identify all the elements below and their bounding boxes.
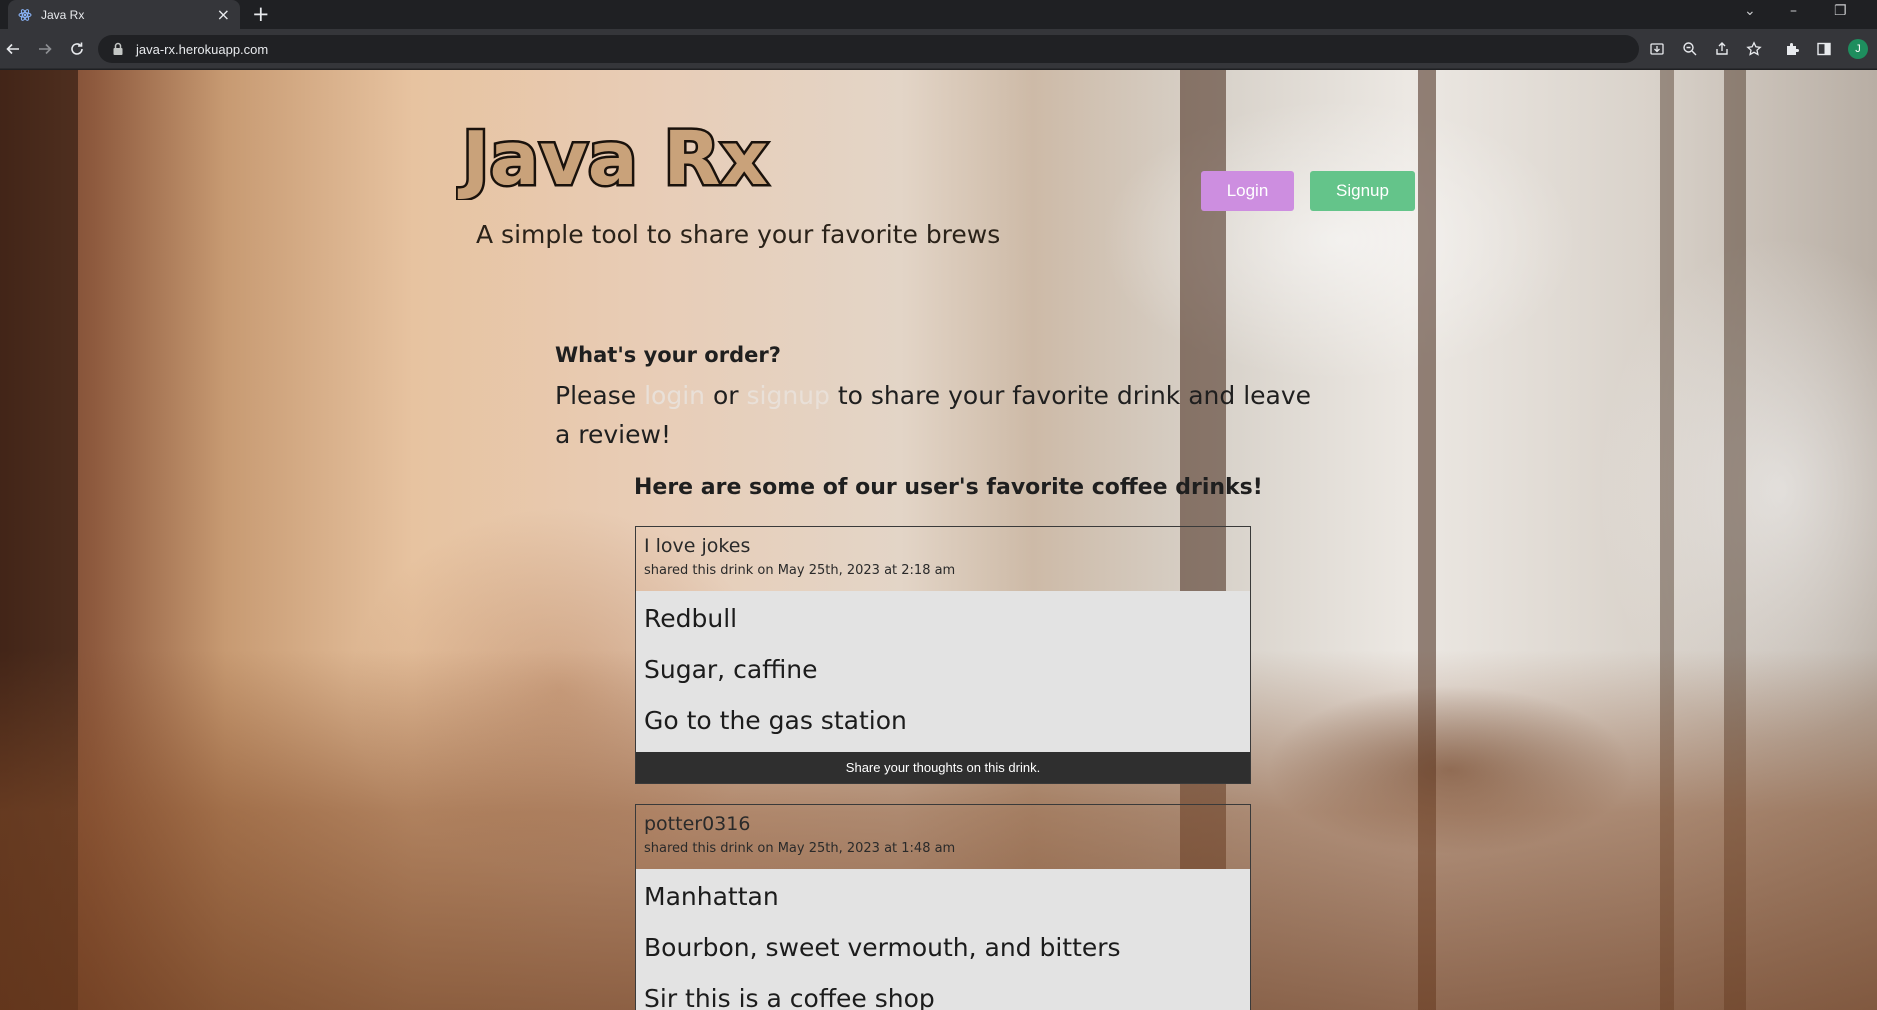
zoom-icon[interactable] (1682, 41, 1698, 57)
restore-icon[interactable]: ❐ (1834, 3, 1847, 19)
background-pillar (1660, 70, 1674, 1010)
drink-ingredients: Sugar, caffine (644, 655, 818, 684)
drink-username: potter0316 (644, 813, 751, 835)
drink-name: Manhattan (644, 882, 779, 911)
page-viewport: Java Rx A simple tool to share your favo… (0, 70, 1877, 1010)
background-wall-shadow (0, 70, 78, 1010)
react-favicon-icon (18, 8, 32, 22)
forward-arrow-icon[interactable] (34, 38, 56, 60)
signup-button[interactable]: Signup (1310, 171, 1415, 211)
lock-icon[interactable] (112, 42, 126, 56)
drink-name: Redbull (644, 604, 738, 633)
minimize-icon[interactable]: – (1790, 3, 1797, 19)
drink-date: shared this drink on May 25th, 2023 at 1… (644, 841, 956, 856)
order-prompt: Please login or signup to share your fav… (555, 376, 1325, 454)
order-text-or: or (712, 381, 739, 410)
site-logo[interactable]: Java Rx (455, 110, 786, 205)
bookmark-star-icon[interactable] (1746, 41, 1762, 57)
drink-instructions: Sir this is a coffee shop (644, 984, 935, 1010)
new-tab-icon[interactable]: + (252, 4, 270, 25)
browser-toolbar: java-rx.herokuapp.com J (0, 29, 1877, 69)
drink-card-header: potter0316 shared this drink on May 25th… (636, 805, 1250, 869)
profile-avatar[interactable]: J (1848, 39, 1868, 59)
side-panel-icon[interactable] (1816, 41, 1832, 57)
feed-heading: Here are some of our user's favorite cof… (634, 475, 1263, 500)
drink-instructions: Go to the gas station (644, 706, 907, 735)
login-link[interactable]: login (644, 381, 705, 410)
tab-title: Java Rx (41, 7, 85, 22)
drink-card: I love jokes shared this drink on May 25… (635, 526, 1251, 784)
order-text-please: Please (555, 381, 637, 410)
address-bar[interactable]: java-rx.herokuapp.com (98, 35, 1762, 63)
drink-card-body: Redbull Sugar, caffine Go to the gas sta… (636, 591, 1250, 752)
order-heading: What's your order? (555, 343, 781, 367)
site-tagline: A simple tool to share your favorite bre… (476, 220, 1001, 249)
extensions-puzzle-icon[interactable] (1784, 41, 1800, 57)
logo-text: Java Rx (457, 116, 768, 200)
back-arrow-icon[interactable] (2, 38, 24, 60)
login-button[interactable]: Login (1201, 171, 1294, 211)
drink-ingredients: Bourbon, sweet vermouth, and bitters (644, 933, 1121, 962)
drink-date: shared this drink on May 25th, 2023 at 2… (644, 563, 956, 578)
drink-card-header: I love jokes shared this drink on May 25… (636, 527, 1250, 591)
browser-tab-strip: Java Rx × + ⌄ – ❐ (0, 0, 1877, 29)
url-text: java-rx.herokuapp.com (136, 41, 269, 57)
background-pillar (1724, 70, 1746, 1010)
share-icon[interactable] (1714, 41, 1730, 57)
install-app-icon[interactable] (1649, 41, 1665, 57)
share-thoughts-button[interactable]: Share your thoughts on this drink. (636, 752, 1250, 783)
browser-tab[interactable]: Java Rx × (8, 0, 240, 29)
signup-link[interactable]: signup (746, 381, 829, 410)
background-pillar (1418, 70, 1436, 1010)
tab-close-icon[interactable]: × (217, 6, 230, 23)
drink-card: potter0316 shared this drink on May 25th… (635, 804, 1251, 1010)
drink-card-body: Manhattan Bourbon, sweet vermouth, and b… (636, 869, 1250, 1010)
reload-icon[interactable] (66, 38, 88, 60)
drink-username: I love jokes (644, 535, 751, 557)
tab-search-icon[interactable]: ⌄ (1744, 3, 1756, 19)
